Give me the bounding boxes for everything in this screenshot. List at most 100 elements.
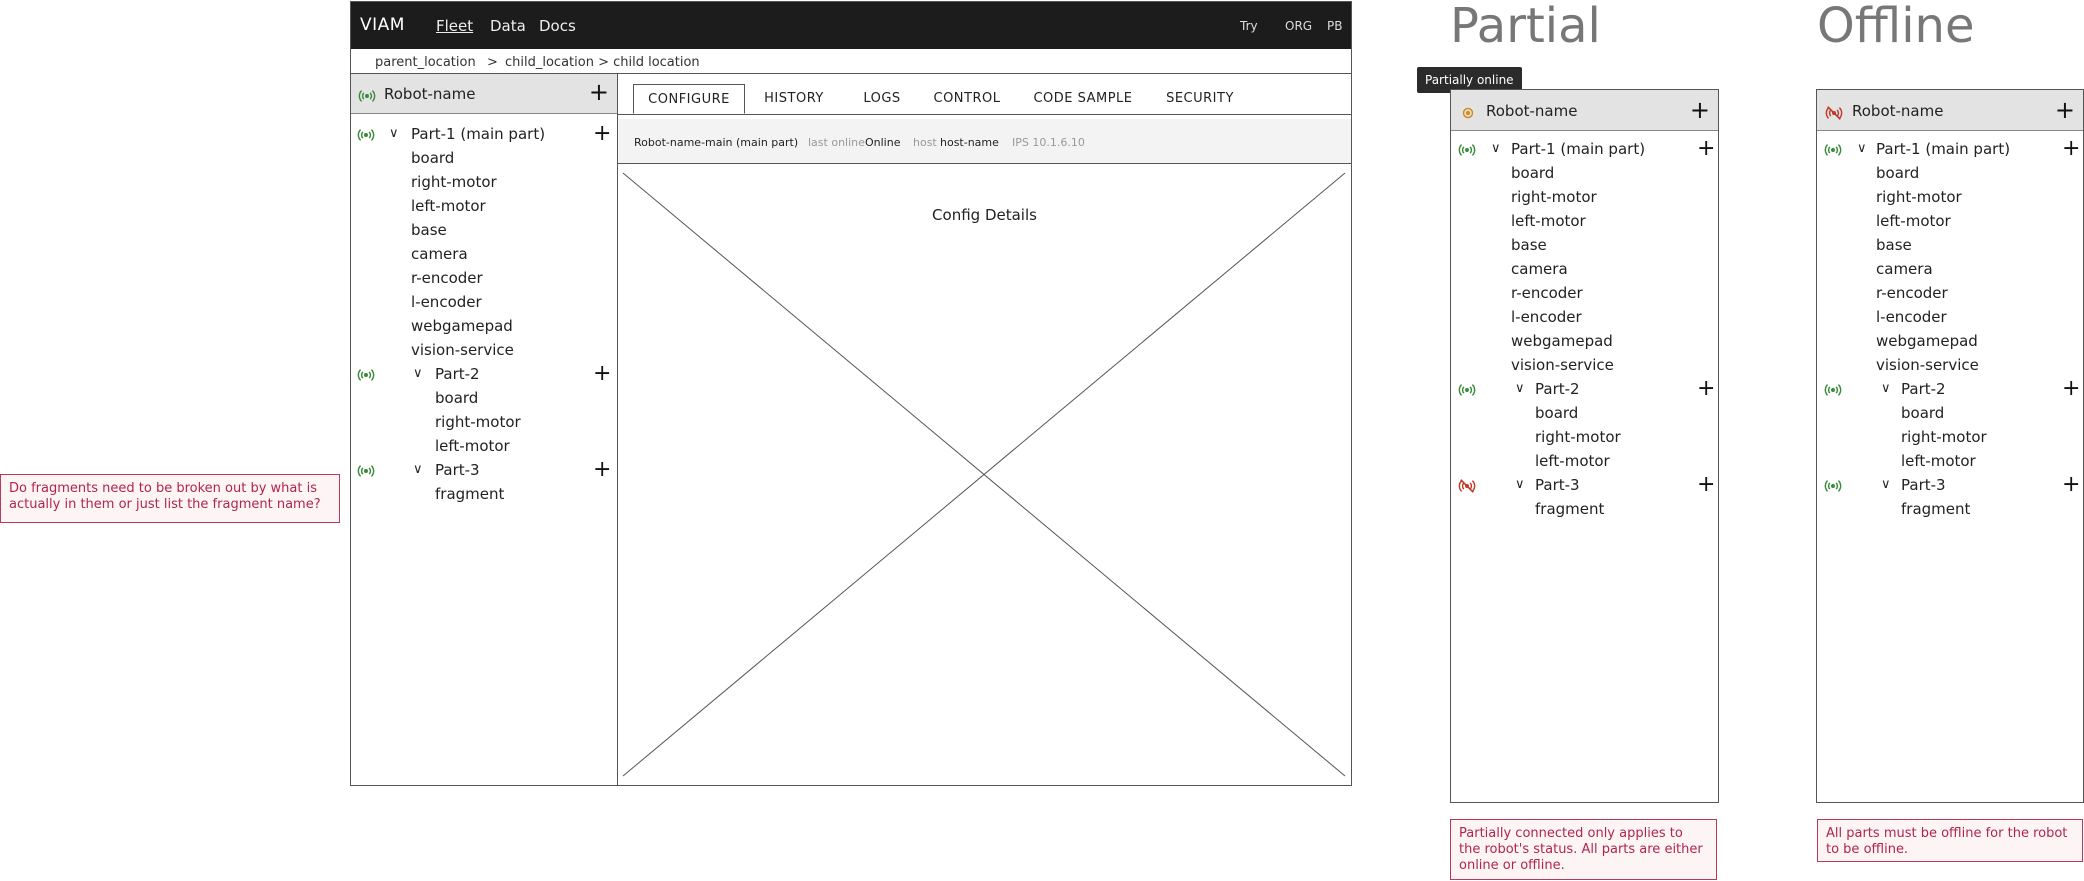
tree-part-row[interactable]: ∨ Part-1 (main part) +: [1817, 138, 2083, 162]
tab-history[interactable]: HISTORY: [748, 84, 840, 114]
component-label[interactable]: left-motor: [1535, 452, 1610, 470]
tab-security[interactable]: SECURITY: [1155, 84, 1245, 114]
tree-component-row[interactable]: left-motor: [1451, 210, 1718, 234]
chevron-down-icon[interactable]: ∨: [413, 366, 423, 381]
tree-component-row[interactable]: base: [1451, 234, 1718, 258]
org-menu[interactable]: ORG: [1285, 19, 1312, 33]
component-label[interactable]: right-motor: [1901, 428, 1987, 446]
component-label[interactable]: board: [1901, 404, 1944, 422]
part-label[interactable]: Part-2: [435, 365, 480, 383]
tree-component-row[interactable]: left-motor: [351, 195, 617, 219]
chevron-down-icon[interactable]: ∨: [1491, 141, 1501, 156]
tree-component-row[interactable]: l-encoder: [1451, 306, 1718, 330]
component-label[interactable]: fragment: [435, 485, 504, 503]
tab-code-sample[interactable]: CODE SAMPLE: [1023, 84, 1143, 114]
part-label[interactable]: Part-1 (main part): [411, 125, 545, 143]
component-label[interactable]: right-motor: [1876, 188, 1962, 206]
add-component-button[interactable]: +: [2062, 138, 2080, 160]
tree-component-row[interactable]: board: [351, 387, 617, 411]
tree-part-row[interactable]: ∨ Part-2 +: [1451, 378, 1718, 402]
add-component-button[interactable]: +: [1697, 474, 1715, 496]
tree-component-row[interactable]: left-motor: [1817, 210, 2083, 234]
component-label[interactable]: vision-service: [1511, 356, 1614, 374]
tree-component-row[interactable]: board: [351, 147, 617, 171]
tree-component-row[interactable]: board: [1451, 402, 1718, 426]
add-component-button[interactable]: +: [593, 123, 611, 145]
tree-component-row[interactable]: board: [1817, 402, 2083, 426]
add-part-button[interactable]: +: [1690, 96, 1710, 124]
add-part-button[interactable]: +: [2055, 96, 2075, 124]
part-label[interactable]: Part-3: [435, 461, 480, 479]
tree-part-row[interactable]: ∨ Part-1 (main part) +: [351, 123, 617, 147]
component-label[interactable]: right-motor: [411, 173, 497, 191]
component-label[interactable]: base: [1511, 236, 1547, 254]
component-label[interactable]: base: [411, 221, 447, 239]
tree-part-row[interactable]: ∨ Part-1 (main part) +: [1451, 138, 1718, 162]
component-label[interactable]: board: [1535, 404, 1578, 422]
chevron-down-icon[interactable]: ∨: [1881, 477, 1891, 492]
nav-try[interactable]: Try: [1240, 19, 1258, 33]
user-avatar[interactable]: PB: [1327, 19, 1342, 33]
robot-name[interactable]: Robot-name: [1852, 102, 1943, 120]
breadcrumb-child[interactable]: child_location > child location: [505, 55, 700, 70]
part-label[interactable]: Part-2: [1535, 380, 1580, 398]
component-label[interactable]: webgamepad: [411, 317, 513, 335]
tree-component-row[interactable]: l-encoder: [351, 291, 617, 315]
chevron-down-icon[interactable]: ∨: [1857, 141, 1867, 156]
component-label[interactable]: fragment: [1901, 500, 1970, 518]
tree-component-row[interactable]: board: [1817, 162, 2083, 186]
component-label[interactable]: board: [1876, 164, 1919, 182]
tree-component-row[interactable]: board: [1451, 162, 1718, 186]
add-component-button[interactable]: +: [593, 363, 611, 385]
partial-robot-header[interactable]: Robot-name +: [1451, 90, 1718, 131]
component-label[interactable]: camera: [1511, 260, 1568, 278]
add-component-button[interactable]: +: [593, 459, 611, 481]
component-label[interactable]: l-encoder: [1876, 308, 1947, 326]
tree-component-row[interactable]: right-motor: [1451, 186, 1718, 210]
offline-robot-header[interactable]: Robot-name +: [1817, 90, 2083, 131]
component-label[interactable]: camera: [1876, 260, 1933, 278]
partial-signal-icon[interactable]: [1459, 104, 1477, 122]
part-label[interactable]: Part-3: [1535, 476, 1580, 494]
breadcrumb-parent[interactable]: parent_location: [375, 55, 476, 70]
robot-name[interactable]: Robot-name: [1486, 102, 1577, 120]
tree-component-row[interactable]: camera: [1451, 258, 1718, 282]
component-label[interactable]: r-encoder: [411, 269, 483, 287]
component-label[interactable]: l-encoder: [411, 293, 482, 311]
chevron-down-icon[interactable]: ∨: [1515, 477, 1525, 492]
add-component-button[interactable]: +: [2062, 474, 2080, 496]
tree-component-row[interactable]: vision-service: [351, 339, 617, 363]
tree-component-row[interactable]: fragment: [1451, 498, 1718, 522]
tab-configure[interactable]: CONFIGURE: [633, 84, 745, 114]
tree-part-row[interactable]: ∨ Part-3 +: [1451, 474, 1718, 498]
tree-component-row[interactable]: right-motor: [1817, 186, 2083, 210]
component-label[interactable]: board: [435, 389, 478, 407]
tab-logs[interactable]: LOGS: [851, 84, 913, 114]
component-label[interactable]: left-motor: [411, 197, 486, 215]
add-part-button[interactable]: +: [589, 78, 609, 106]
component-label[interactable]: right-motor: [1535, 428, 1621, 446]
chevron-down-icon[interactable]: ∨: [389, 126, 399, 141]
component-label[interactable]: fragment: [1535, 500, 1604, 518]
tree-component-row[interactable]: r-encoder: [351, 267, 617, 291]
component-label[interactable]: left-motor: [1876, 212, 1951, 230]
component-label[interactable]: l-encoder: [1511, 308, 1582, 326]
component-label[interactable]: webgamepad: [1876, 332, 1978, 350]
add-component-button[interactable]: +: [1697, 138, 1715, 160]
component-label[interactable]: vision-service: [1876, 356, 1979, 374]
tree-component-row[interactable]: right-motor: [1451, 426, 1718, 450]
tree-component-row[interactable]: right-motor: [351, 171, 617, 195]
component-label[interactable]: camera: [411, 245, 468, 263]
tree-component-row[interactable]: fragment: [351, 483, 617, 507]
part-label[interactable]: Part-1 (main part): [1876, 140, 2010, 158]
add-component-button[interactable]: +: [2062, 378, 2080, 400]
robot-header[interactable]: Robot-name +: [351, 74, 617, 114]
tree-component-row[interactable]: base: [351, 219, 617, 243]
tree-component-row[interactable]: webgamepad: [1817, 330, 2083, 354]
component-label[interactable]: left-motor: [435, 437, 510, 455]
add-component-button[interactable]: +: [1697, 378, 1715, 400]
component-label[interactable]: r-encoder: [1511, 284, 1583, 302]
tree-component-row[interactable]: r-encoder: [1451, 282, 1718, 306]
tree-component-row[interactable]: webgamepad: [1451, 330, 1718, 354]
component-label[interactable]: board: [411, 149, 454, 167]
